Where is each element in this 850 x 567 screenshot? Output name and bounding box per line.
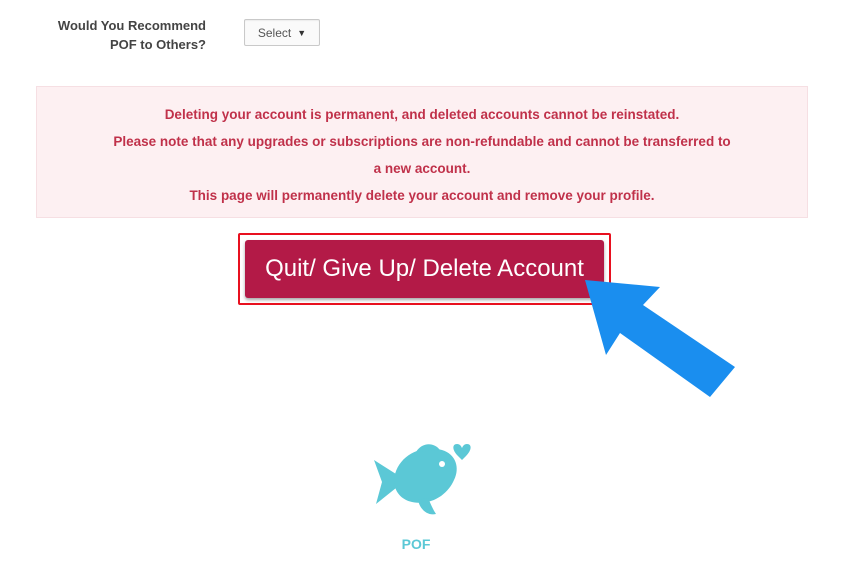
recommend-select[interactable]: Select ▼ bbox=[244, 19, 320, 46]
recommend-label: Would You Recommend POF to Others? bbox=[18, 16, 206, 54]
arrow-pointer-icon bbox=[585, 280, 735, 397]
recommend-label-line1: Would You Recommend bbox=[57, 18, 206, 33]
warning-line: Deleting your account is permanent, and … bbox=[164, 107, 680, 122]
warning-line: This page will permanently delete your a… bbox=[189, 188, 655, 203]
warning-line: Please note that any upgrades or subscri… bbox=[113, 134, 731, 149]
delete-account-button[interactable]: Quit/ Give Up/ Delete Account bbox=[245, 240, 604, 298]
delete-warning-box: Deleting your account is permanent, and … bbox=[36, 86, 808, 218]
recommend-label-line2: POF to Others? bbox=[109, 37, 206, 52]
chevron-down-icon: ▼ bbox=[297, 27, 307, 38]
delete-button-highlight: Quit/ Give Up/ Delete Account bbox=[238, 233, 611, 305]
recommend-select-value: Select bbox=[257, 25, 292, 40]
warning-line: a new account. bbox=[373, 161, 471, 176]
fish-heart-icon bbox=[374, 444, 471, 515]
logo-text: POF bbox=[401, 536, 431, 552]
